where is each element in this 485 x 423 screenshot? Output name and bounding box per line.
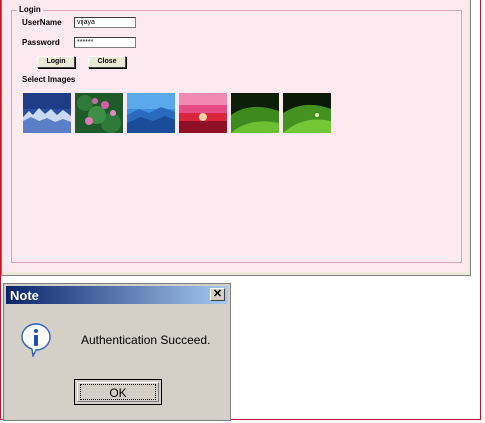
thumbnail-blue-icy-landscape[interactable] [23,93,71,133]
login-window: Login UserName vijaya Password ****** Lo… [1,0,471,276]
thumbnail-green-leaf-dewdrop[interactable] [283,93,331,133]
group-title: Login [17,4,43,15]
thumbnail-blue-mountains[interactable] [127,93,175,133]
ok-button[interactable]: OK [74,379,162,405]
login-panel: Login UserName vijaya Password ****** Lo… [4,0,468,272]
password-label: Password [22,38,60,47]
dialog-message: Authentication Succeed. [81,333,211,347]
login-button[interactable]: Login [37,56,75,68]
dialog-close-button[interactable]: ✕ [210,288,225,301]
note-dialog: Note ✕ Authentication Succeed. OK [3,283,231,421]
ok-label: OK [109,386,127,400]
username-field[interactable]: vijaya [74,17,136,28]
dialog-titlebar[interactable]: Note ✕ [6,286,228,304]
thumbnail-red-sunset[interactable] [179,93,227,133]
select-images-label: Select Images [22,75,76,84]
close-button[interactable]: Close [88,56,126,68]
thumbnail-green-leaf[interactable] [231,93,279,133]
close-icon: ✕ [212,288,223,300]
dialog-title: Note [10,288,39,303]
password-field[interactable]: ****** [74,37,136,48]
thumbnail-pink-flowers[interactable] [75,93,123,133]
info-icon [21,323,51,357]
username-label: UserName [22,18,62,27]
